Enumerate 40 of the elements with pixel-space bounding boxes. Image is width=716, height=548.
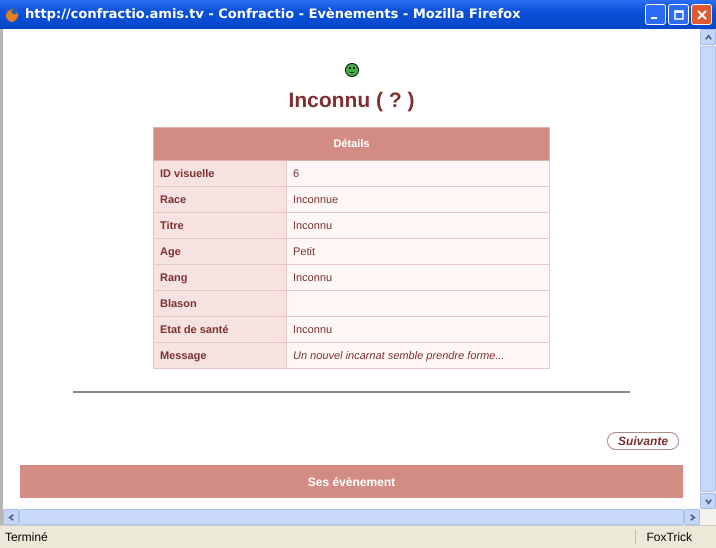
scroll-up-button[interactable] bbox=[700, 29, 716, 45]
maximize-icon bbox=[674, 10, 684, 20]
close-icon bbox=[696, 10, 706, 20]
table-cell: ID visuelle bbox=[154, 160, 286, 186]
table-cell: Message bbox=[154, 342, 286, 368]
scrollbar-thumb[interactable] bbox=[19, 509, 684, 525]
chevron-left-icon bbox=[6, 512, 16, 522]
minimize-button[interactable] bbox=[645, 4, 666, 25]
next-button[interactable]: Suivante bbox=[606, 432, 679, 450]
table-cell: Un nouvel incarnat semble prendre forme... bbox=[286, 342, 550, 368]
close-button[interactable] bbox=[691, 4, 712, 25]
table-cell: Inconnu bbox=[286, 212, 550, 238]
scrollbar-thumb[interactable] bbox=[700, 46, 716, 492]
minimize-icon bbox=[651, 16, 657, 18]
maximize-button[interactable] bbox=[668, 4, 689, 25]
table-cell: Age bbox=[154, 238, 286, 264]
table-header: Détails bbox=[154, 128, 550, 160]
table-cell: Etat de santé bbox=[154, 316, 286, 342]
window-title: http://confractio.amis.tv - Confractio - Evènements - Mozilla Firefox bbox=[25, 7, 522, 22]
table-cell: Rang bbox=[154, 264, 286, 290]
chevron-down-icon bbox=[704, 496, 712, 506]
table-header: Ses évènement bbox=[20, 465, 683, 498]
table-cell: Blason bbox=[154, 290, 286, 316]
status-text: Terminé bbox=[4, 530, 49, 544]
table-cell: Inconnue bbox=[286, 186, 550, 212]
table-cell: Inconnu bbox=[286, 316, 550, 342]
page-heading: Inconnu ( ? ) bbox=[288, 89, 414, 113]
chevron-up-icon bbox=[704, 32, 712, 42]
scroll-down-button[interactable] bbox=[700, 493, 716, 509]
status-addon: FoxTrick bbox=[635, 530, 702, 544]
table-cell: Inconnu bbox=[286, 264, 550, 290]
table-cell: Petit bbox=[286, 238, 550, 264]
scroll-left-button[interactable] bbox=[3, 509, 19, 525]
scroll-right-button[interactable] bbox=[684, 509, 700, 525]
chevron-right-icon bbox=[688, 512, 696, 522]
table-cell: Titre bbox=[154, 212, 286, 238]
face-icon bbox=[344, 63, 358, 77]
browser-icon bbox=[4, 6, 20, 22]
table-cell: 6 bbox=[286, 160, 550, 186]
table-cell: Race bbox=[154, 186, 286, 212]
